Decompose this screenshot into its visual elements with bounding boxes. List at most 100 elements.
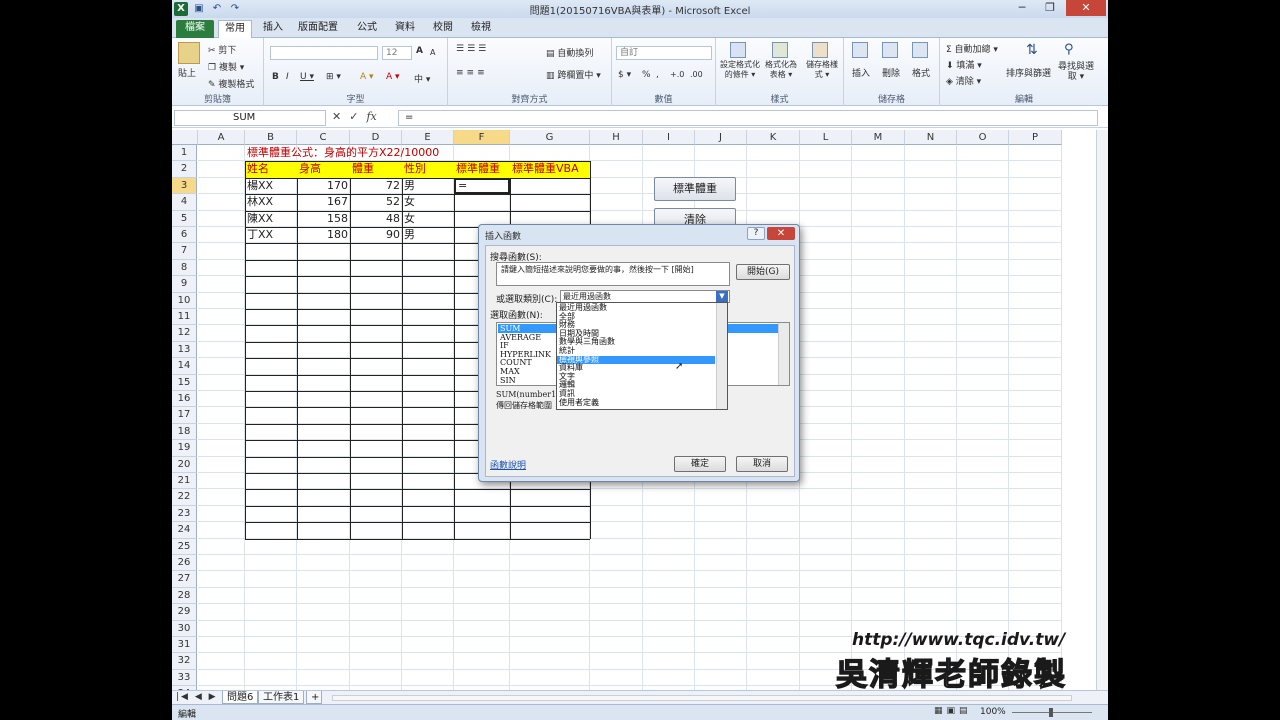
- tab-review[interactable]: 校閱: [426, 20, 460, 38]
- row-header[interactable]: 6: [172, 227, 197, 244]
- row-header[interactable]: 29: [172, 604, 197, 621]
- tab-insert[interactable]: 插入: [256, 20, 290, 38]
- column-header-d[interactable]: D: [350, 130, 402, 145]
- zoom-level[interactable]: 100%: [980, 707, 1006, 717]
- formula-input[interactable]: =: [398, 110, 1098, 126]
- cell-gender[interactable]: 男: [402, 227, 417, 243]
- cell-gender[interactable]: 男: [402, 178, 417, 194]
- zoom-slider-thumb[interactable]: [1049, 708, 1053, 717]
- help-button[interactable]: ?: [747, 227, 765, 240]
- row-header[interactable]: 11: [172, 309, 197, 326]
- new-sheet-icon[interactable]: +: [306, 691, 322, 704]
- vertical-align-icons[interactable]: ☰☰☰: [456, 44, 489, 54]
- search-function-input[interactable]: 請鍵入簡短描述來說明您要做的事，然後按一下 [開始]: [496, 262, 730, 286]
- horizontal-align-icons[interactable]: ≡≡≡: [456, 68, 488, 78]
- currency-button[interactable]: $ ▾: [618, 70, 631, 80]
- row-header[interactable]: 4: [172, 194, 197, 211]
- horizontal-scrollbar[interactable]: [332, 695, 1072, 701]
- row-header[interactable]: 12: [172, 325, 197, 342]
- maximize-button[interactable]: ❐: [1038, 0, 1062, 16]
- merge-center-button[interactable]: ▥ 跨欄置中 ▾: [546, 68, 601, 81]
- name-box[interactable]: SUM: [174, 110, 326, 126]
- column-header-g[interactable]: G: [510, 130, 590, 145]
- delete-cells-button[interactable]: 刪除: [882, 66, 900, 79]
- row-header[interactable]: 5: [172, 210, 197, 227]
- number-format-combo[interactable]: 自訂: [616, 46, 712, 60]
- conditional-format-button[interactable]: 設定格式化的條件 ▾: [720, 60, 760, 80]
- view-mode-icons[interactable]: ▦▣▤: [934, 706, 972, 716]
- tab-data[interactable]: 資料: [388, 20, 422, 38]
- wrap-text-button[interactable]: ▤ 自動換列: [546, 46, 593, 59]
- font-name-combo[interactable]: [270, 46, 378, 60]
- column-header-f[interactable]: F: [454, 130, 510, 145]
- format-cells-button[interactable]: 格式: [912, 66, 930, 79]
- row-header[interactable]: 13: [172, 341, 197, 359]
- column-header-m[interactable]: M: [852, 130, 905, 145]
- tab-home[interactable]: 常用: [218, 20, 252, 38]
- cell-weight[interactable]: 52: [350, 194, 402, 210]
- sheet-tab[interactable]: 工作表1: [258, 691, 305, 704]
- cell-gender[interactable]: 女: [402, 211, 417, 227]
- row-header[interactable]: 31: [172, 637, 197, 654]
- tab-file[interactable]: 檔案: [176, 20, 214, 38]
- bold-button[interactable]: B: [272, 72, 279, 82]
- clear-button[interactable]: ◈ 清除 ▾: [946, 74, 981, 87]
- row-header[interactable]: 20: [172, 456, 197, 473]
- row-header[interactable]: 22: [172, 489, 197, 506]
- row-header[interactable]: 7: [172, 243, 197, 260]
- column-header-h[interactable]: H: [590, 130, 643, 145]
- row-header[interactable]: 24: [172, 522, 197, 539]
- column-header-j[interactable]: J: [695, 130, 747, 145]
- column-header-n[interactable]: N: [905, 130, 957, 145]
- row-header[interactable]: 28: [172, 587, 197, 605]
- insert-function-icon[interactable]: fx: [366, 110, 376, 123]
- row-header[interactable]: 16: [172, 391, 197, 408]
- tab-view[interactable]: 檢視: [464, 20, 498, 38]
- cell-height[interactable]: 158: [297, 211, 350, 227]
- minimize-button[interactable]: ─: [1010, 0, 1034, 16]
- dropdown-scrollbar[interactable]: [716, 303, 727, 409]
- row-header[interactable]: 14: [172, 358, 197, 375]
- category-dropdown[interactable]: 最近用過函數 全部 財務 日期及時間 數學與三角函數 統計 檢視與參照 資料庫 …: [556, 302, 728, 410]
- underline-button[interactable]: U ▾: [300, 72, 314, 82]
- row-header[interactable]: 27: [172, 571, 197, 588]
- row-header[interactable]: 19: [172, 440, 197, 457]
- enter-icon[interactable]: ✓: [349, 110, 358, 123]
- cancel-icon[interactable]: ✕: [332, 110, 341, 123]
- column-header-b[interactable]: B: [245, 130, 297, 145]
- column-header-a[interactable]: A: [198, 130, 245, 145]
- fill-button[interactable]: ⬇ 填滿 ▾: [946, 58, 982, 71]
- tab-page-layout[interactable]: 版面配置: [296, 20, 340, 38]
- cell-name[interactable]: 丁XX: [245, 227, 275, 243]
- autosum-button[interactable]: Σ 自動加總 ▾: [946, 42, 998, 55]
- row-header[interactable]: 18: [172, 423, 197, 441]
- format-as-table-button[interactable]: 格式化為表格 ▾: [762, 60, 800, 80]
- active-cell[interactable]: =: [454, 177, 510, 195]
- phonetic-button[interactable]: 中 ▾: [414, 72, 430, 85]
- function-item[interactable]: SIN: [500, 376, 551, 386]
- cell-styles-button[interactable]: 儲存格樣式 ▾: [804, 60, 840, 80]
- shrink-font-button[interactable]: A: [430, 48, 435, 57]
- cut-button[interactable]: ✂ 剪下: [208, 43, 236, 56]
- sort-filter-button[interactable]: 排序與篩選: [1006, 66, 1051, 79]
- cell-weight[interactable]: 48: [350, 211, 402, 227]
- border-button[interactable]: ⊞ ▾: [326, 72, 341, 82]
- row-header[interactable]: 23: [172, 505, 197, 523]
- decrease-decimal-button[interactable]: .00: [690, 70, 703, 79]
- row-header[interactable]: 25: [172, 538, 197, 555]
- comma-button[interactable]: ,: [656, 70, 659, 80]
- row-header[interactable]: 26: [172, 555, 197, 572]
- column-header-i[interactable]: I: [643, 130, 695, 145]
- tab-formulas[interactable]: 公式: [350, 20, 384, 38]
- font-size-combo[interactable]: 12: [382, 46, 412, 60]
- row-header[interactable]: 2: [172, 161, 197, 178]
- row-header[interactable]: 30: [172, 620, 197, 637]
- select-all-corner[interactable]: [172, 130, 198, 145]
- go-button[interactable]: 開始(G): [736, 264, 790, 280]
- column-header-k[interactable]: K: [747, 130, 800, 145]
- function-help-link[interactable]: 函數說明: [490, 458, 526, 471]
- sheet-tab[interactable]: 問題6: [222, 691, 259, 704]
- ok-button[interactable]: 確定: [674, 456, 726, 472]
- row-header[interactable]: 15: [172, 374, 197, 391]
- grow-font-button[interactable]: A: [416, 46, 423, 56]
